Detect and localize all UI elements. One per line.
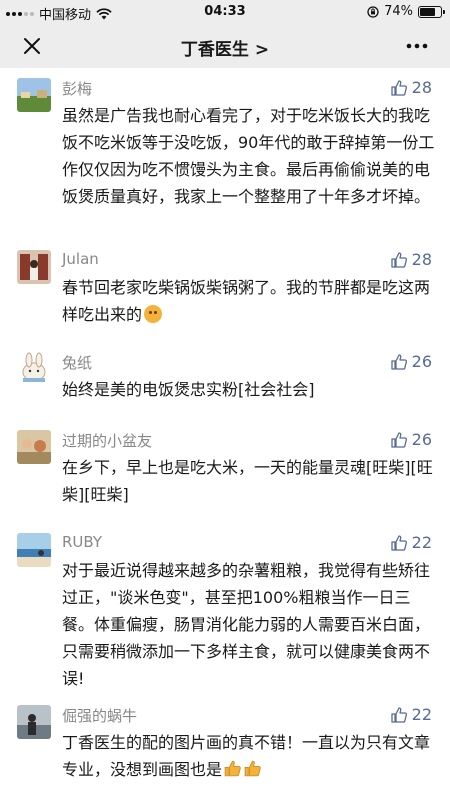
- comment-author: 过期的小盆友: [62, 432, 153, 450]
- status-right: 74%: [367, 4, 445, 19]
- like-button[interactable]: 28: [390, 250, 432, 269]
- like-count: 22: [411, 705, 432, 724]
- like-count: 26: [411, 352, 432, 371]
- battery-percent: 74%: [384, 4, 413, 19]
- nav-bar: 丁香医生 >: [0, 24, 450, 68]
- thumbs-up-icon: [390, 706, 407, 723]
- battery-fill: [420, 7, 435, 16]
- comment-author: 彭梅: [62, 80, 93, 98]
- avatar[interactable]: [17, 533, 51, 567]
- avatar[interactable]: [17, 705, 51, 739]
- avatar[interactable]: [17, 430, 51, 464]
- thumbs-up-icon: [390, 251, 407, 268]
- avatar[interactable]: [17, 352, 51, 386]
- thumbs-up-icon: [390, 353, 407, 370]
- comment-author: 倔强的蜗牛: [62, 707, 138, 725]
- comment-text: 对于最近说得越来越多的杂薯粗粮，我觉得有些矫往过正，"谈米色变"，甚至把100%…: [62, 561, 431, 688]
- comment-text: 虽然是广告我也耐心看完了，对于吃米饭长大的我吃饭不吃米饭等于没吃饭，90年代的敢…: [62, 106, 435, 206]
- like-button[interactable]: 22: [390, 705, 432, 724]
- comment-author: 兔纸: [62, 354, 93, 372]
- like-count: 26: [411, 430, 432, 449]
- comment-author: RUBY: [62, 533, 103, 551]
- comment-text: 始终是美的电饭煲忠实粉[社会社会]: [62, 380, 315, 399]
- like-count: 28: [411, 250, 432, 269]
- like-button[interactable]: 26: [390, 430, 432, 449]
- avatar[interactable]: [17, 78, 51, 112]
- thumbs-up-icon: [390, 431, 407, 448]
- like-count: 28: [411, 78, 432, 97]
- like-button[interactable]: 22: [390, 533, 432, 552]
- battery-icon: [418, 5, 445, 18]
- comment-list[interactable]: 彭梅 28 虽然是广告我也耐心看完了，对于吃米饭长大的我吃饭不吃米饭等于没吃饭，…: [0, 68, 450, 800]
- rotation-lock-icon: [367, 5, 379, 18]
- avatar[interactable]: [17, 250, 51, 284]
- comment-text: 在乡下，早上也是吃大米，一天的能量灵魂[旺柴][旺柴][旺柴]: [62, 458, 433, 504]
- thumbs-up-emoji: [224, 760, 241, 777]
- comment-text: 春节回老家吃柴锅饭柴锅粥了。我的节胖都是吃这两样吃出来的: [62, 278, 431, 324]
- account-title[interactable]: 丁香医生 >: [0, 35, 450, 60]
- hugging-face-emoji: [144, 305, 163, 323]
- comment-author: Julan: [62, 250, 99, 268]
- like-button[interactable]: 26: [390, 352, 432, 371]
- thumbs-up-icon: [390, 534, 407, 551]
- like-count: 22: [411, 533, 432, 552]
- like-button[interactable]: 28: [390, 78, 432, 97]
- more-icon[interactable]: [404, 34, 430, 58]
- status-bar: 中国移动 04:33 74%: [0, 0, 450, 24]
- thumbs-up-icon: [390, 79, 407, 96]
- comment-text: 丁香医生的配的图片画的真不错！一直以为只有文章专业，没想到画图也是: [62, 733, 431, 779]
- thumbs-up-emoji: [244, 760, 261, 777]
